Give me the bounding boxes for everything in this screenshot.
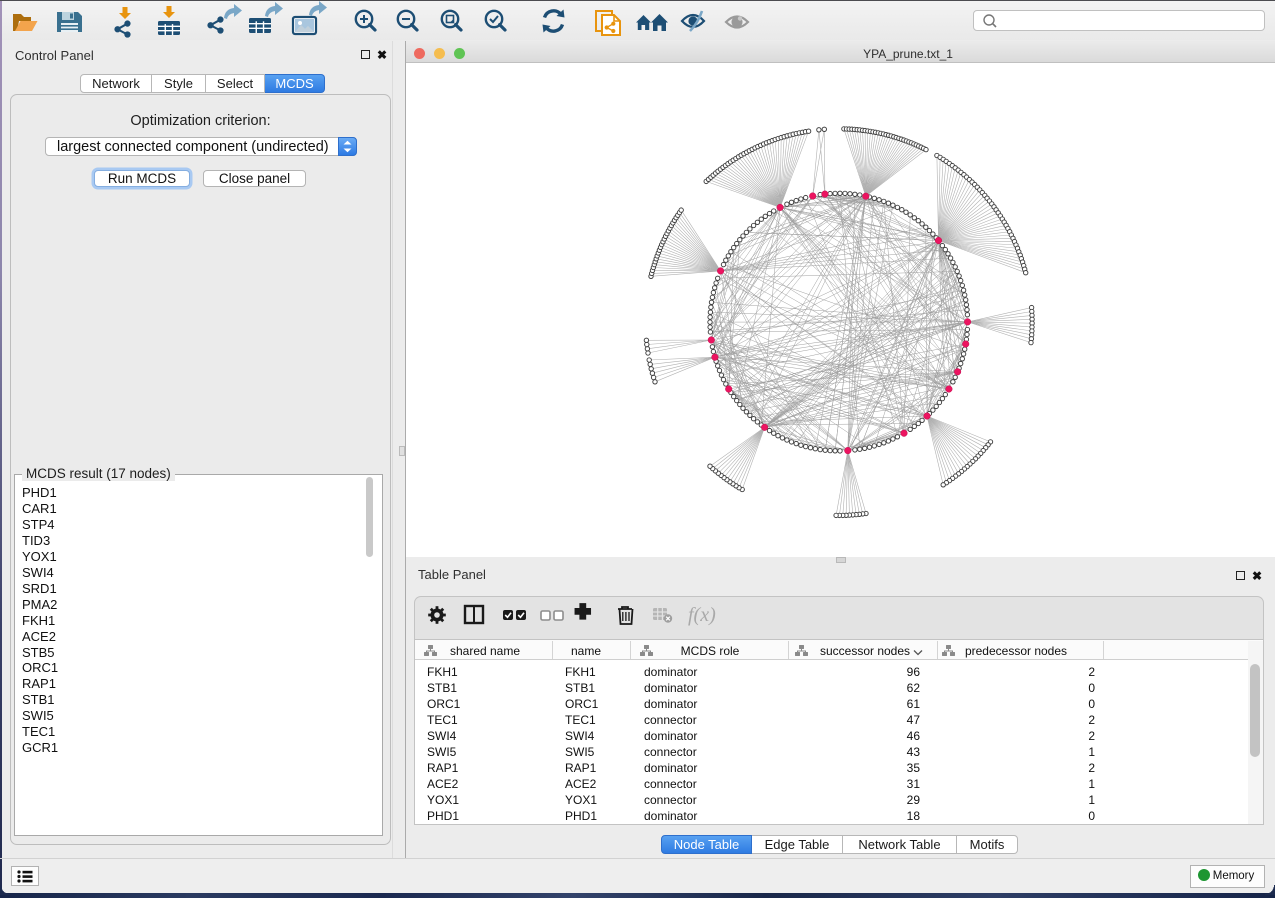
svg-text:f(x): f(x) [688, 604, 716, 626]
